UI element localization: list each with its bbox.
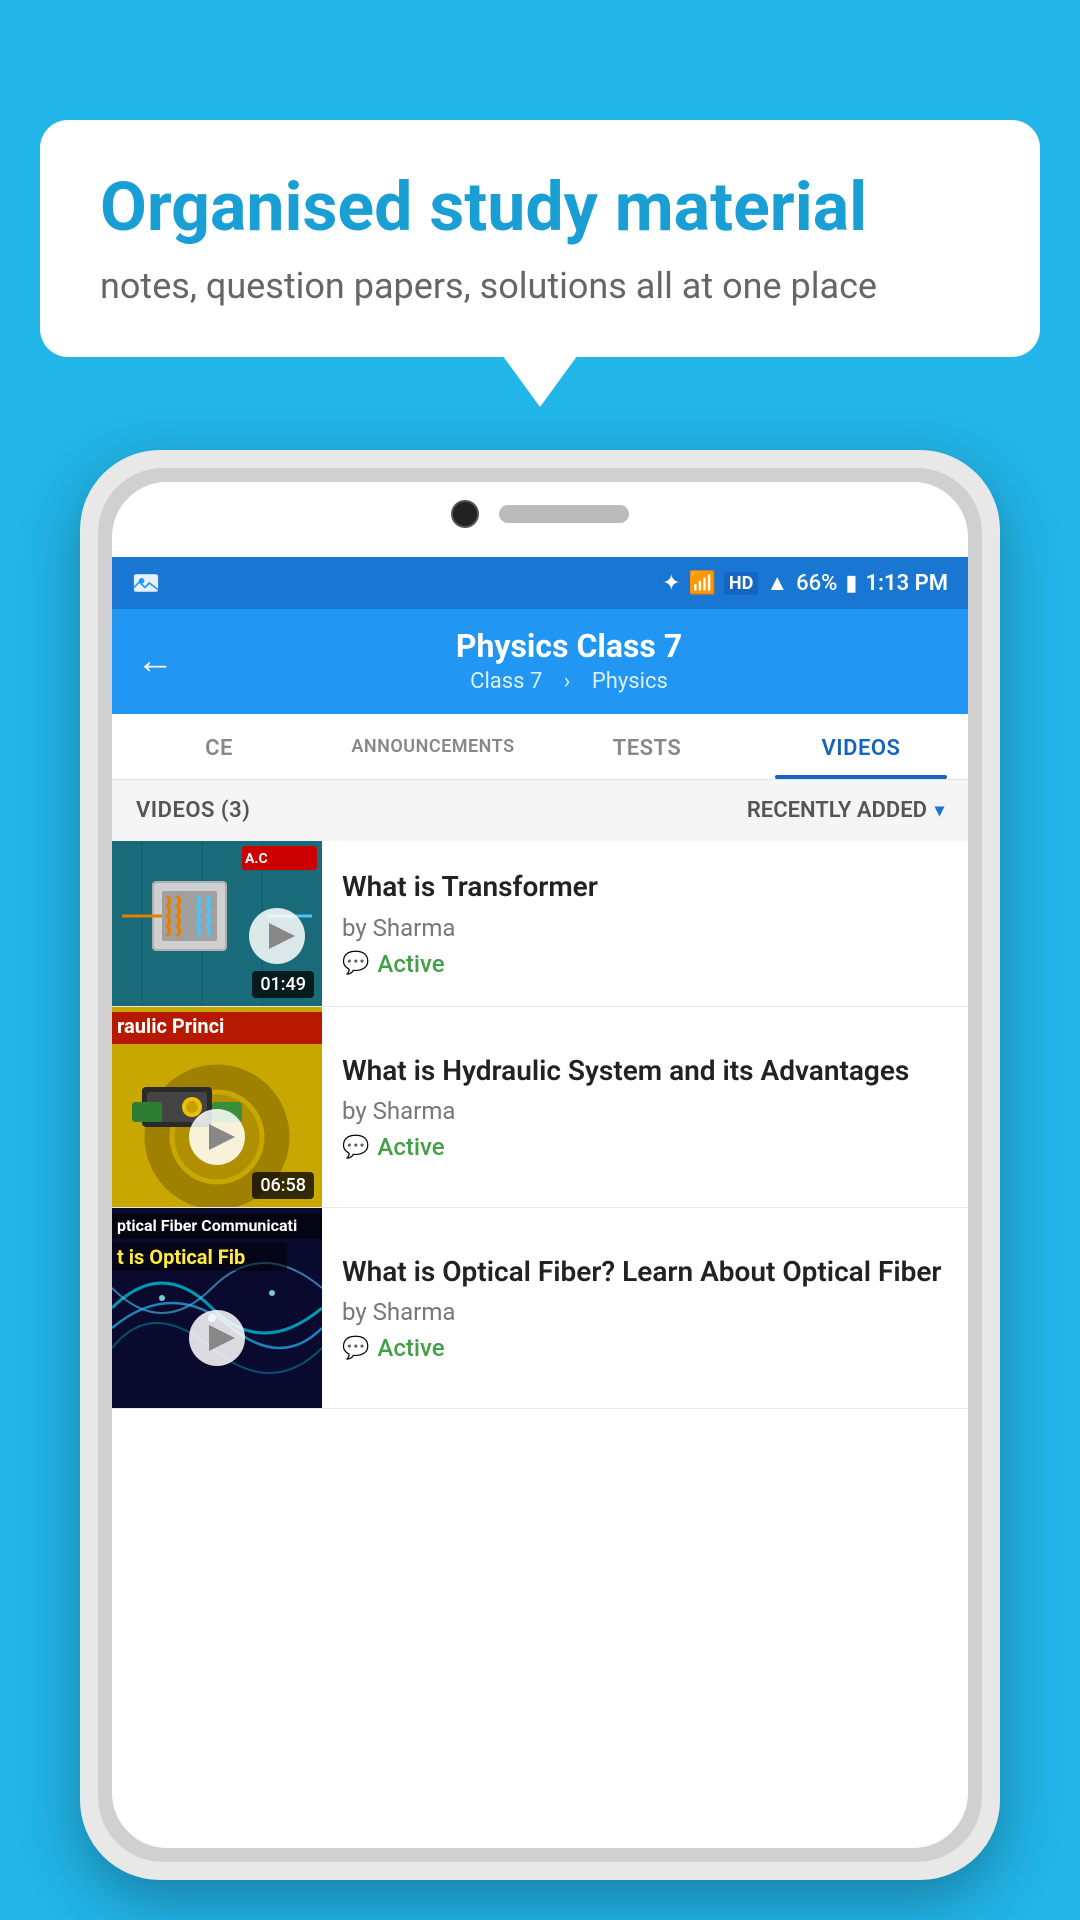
video-duration-2: 06:58 [252, 1172, 314, 1199]
hd-badge: HD [724, 572, 758, 595]
status-bar-left [132, 572, 160, 594]
video-author-1: by Sharma [342, 914, 948, 942]
breadcrumb-subject: Physics [592, 669, 668, 694]
phone-outer-shell: ✦ 📶 HD ▲ 66% ▮ 1:13 PM ← Phys [80, 450, 1000, 1880]
phone-inner-shell: ✦ 📶 HD ▲ 66% ▮ 1:13 PM ← Phys [98, 468, 982, 1862]
svg-text:A.C: A.C [245, 851, 268, 867]
video-item-3[interactable]: ptical Fiber Communicati t is Optical Fi… [112, 1208, 968, 1409]
video-info-2: What is Hydraulic System and its Advanta… [322, 1007, 968, 1207]
video-item-1[interactable]: A.C 01:49 What is Transformer [112, 841, 968, 1007]
status-bar-right: ✦ 📶 HD ▲ 66% ▮ 1:13 PM [662, 570, 948, 596]
videos-count: VIDEOS (3) [136, 798, 250, 823]
header-title: Physics Class 7 [194, 627, 944, 665]
video-author-2: by Sharma [342, 1097, 948, 1125]
breadcrumb-separator: › [564, 669, 571, 694]
video-status-2: 💬 Active [342, 1133, 948, 1161]
video-status-1: 💬 Active [342, 950, 948, 978]
tab-announcements[interactable]: ANNOUNCEMENTS [326, 714, 540, 779]
speech-bubble: Organised study material notes, question… [40, 120, 1040, 357]
phone-speaker [499, 505, 629, 523]
video-thumbnail-3: ptical Fiber Communicati t is Optical Fi… [112, 1208, 322, 1408]
time-display: 1:13 PM [865, 571, 948, 596]
image-icon [132, 572, 160, 594]
video-thumbnail-2: raulic Princi 06:58 [112, 1007, 322, 1207]
wifi-icon: ▲ [766, 570, 788, 596]
battery-percent: 66% [796, 571, 837, 596]
svg-text:ptical Fiber Communicati: ptical Fiber Communicati [117, 1216, 297, 1235]
status-label-1: Active [377, 950, 444, 978]
battery-icon: ▮ [845, 571, 857, 596]
status-label-2: Active [377, 1133, 444, 1161]
video-title-1: What is Transformer [342, 869, 948, 905]
sort-label: RECENTLY ADDED [747, 798, 927, 823]
chat-icon-3: 💬 [342, 1336, 369, 1361]
phone-screen: ✦ 📶 HD ▲ 66% ▮ 1:13 PM ← Phys [112, 482, 968, 1848]
breadcrumb-class: Class 7 [470, 669, 542, 694]
svg-text:t is Optical Fib: t is Optical Fib [117, 1245, 245, 1269]
tab-tests[interactable]: TESTS [540, 714, 754, 779]
video-status-3: 💬 Active [342, 1334, 948, 1362]
status-label-3: Active [377, 1334, 444, 1362]
video-info-1: What is Transformer by Sharma 💬 Active [322, 841, 968, 1006]
video-duration-1: 01:49 [252, 971, 314, 998]
app-header: ← Physics Class 7 Class 7 › Physics [112, 609, 968, 714]
chat-icon-1: 💬 [342, 951, 369, 976]
video-title-3: What is Optical Fiber? Learn About Optic… [342, 1254, 948, 1290]
signal-icon: 📶 [689, 571, 716, 596]
svg-text:raulic Princi: raulic Princi [117, 1014, 224, 1038]
videos-header: VIDEOS (3) RECENTLY ADDED ▾ [112, 780, 968, 841]
speech-bubble-section: Organised study material notes, question… [40, 120, 1040, 357]
sort-dropdown[interactable]: RECENTLY ADDED ▾ [747, 798, 944, 823]
phone-camera [451, 500, 479, 528]
video-item-2[interactable]: raulic Princi 06:58 What is Hydraulic [112, 1007, 968, 1208]
optical-svg: ptical Fiber Communicati t is Optical Fi… [112, 1208, 322, 1408]
bubble-title: Organised study material [100, 170, 980, 245]
header-title-group: Physics Class 7 Class 7 › Physics [194, 627, 944, 694]
chevron-down-icon: ▾ [935, 800, 944, 821]
tab-ce[interactable]: CE [112, 714, 326, 779]
bluetooth-icon: ✦ [662, 571, 680, 596]
bubble-subtitle: notes, question papers, solutions all at… [100, 265, 980, 307]
video-list: A.C 01:49 What is Transformer [112, 841, 968, 1848]
back-button[interactable]: ← [136, 639, 174, 683]
tabs-bar: CE ANNOUNCEMENTS TESTS VIDEOS [112, 714, 968, 780]
tab-videos[interactable]: VIDEOS [754, 714, 968, 779]
video-author-3: by Sharma [342, 1298, 948, 1326]
status-bar: ✦ 📶 HD ▲ 66% ▮ 1:13 PM [112, 557, 968, 609]
video-thumbnail-1: A.C 01:49 [112, 841, 322, 1006]
video-info-3: What is Optical Fiber? Learn About Optic… [322, 1208, 968, 1408]
video-title-2: What is Hydraulic System and its Advanta… [342, 1053, 948, 1089]
phone-mockup: ✦ 📶 HD ▲ 66% ▮ 1:13 PM ← Phys [80, 450, 1000, 1880]
header-breadcrumb: Class 7 › Physics [194, 669, 944, 694]
chat-icon-2: 💬 [342, 1135, 369, 1160]
screen-content: ✦ 📶 HD ▲ 66% ▮ 1:13 PM ← Phys [112, 557, 968, 1848]
phone-top-bar [112, 500, 968, 528]
